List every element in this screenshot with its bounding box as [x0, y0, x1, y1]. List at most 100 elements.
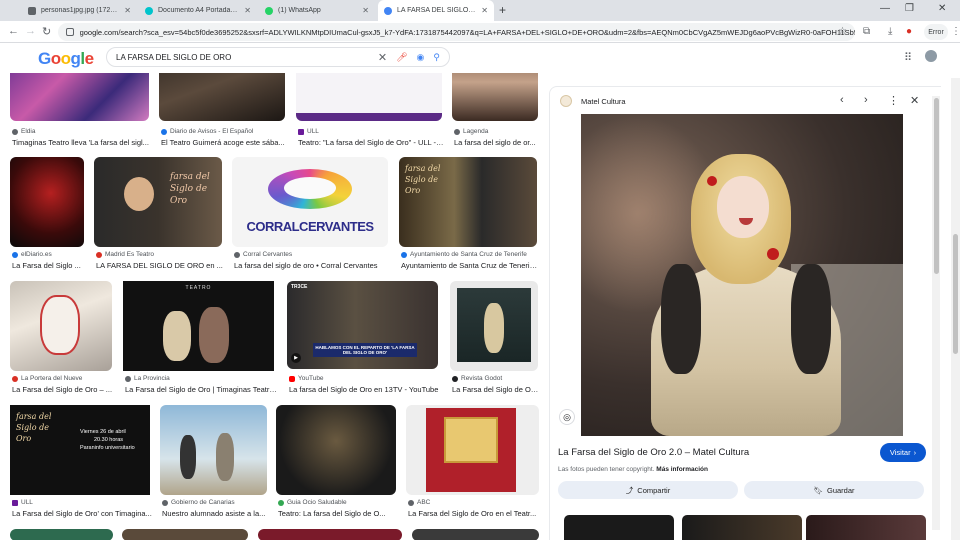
search-box[interactable]: LA FARSA DEL SIGLO DE ORO ✕ 🎤︎ ◉ ⚲: [106, 47, 450, 67]
result-card[interactable]: TR3CE HABLAMOS CON EL REPARTO DE 'LA FAR…: [287, 281, 440, 396]
save-button[interactable]: 🔖︎ Guardar: [744, 481, 924, 499]
result-thumbnail[interactable]: [122, 529, 248, 540]
result-title[interactable]: El Teatro Guimerá acoge este sába...: [161, 138, 285, 147]
window-close-icon[interactable]: ✕: [938, 3, 946, 14]
result-card[interactable]: Lagenda La farsa del siglo de or...: [452, 73, 539, 148]
result-title[interactable]: La Farsa del Siglo de Oro – ...: [12, 385, 114, 394]
back-arrow-icon[interactable]: ←: [8, 25, 19, 37]
lens-search-icon[interactable]: ◎: [559, 409, 575, 425]
close-icon[interactable]: ✕: [124, 6, 131, 15]
result-thumbnail[interactable]: [296, 73, 442, 121]
microphone-icon[interactable]: 🎤︎: [396, 52, 407, 63]
result-title[interactable]: La Farsa del Siglo de Oro en el Teatr...: [408, 509, 540, 518]
related-image[interactable]: [564, 515, 674, 540]
close-icon[interactable]: ✕: [362, 6, 369, 15]
browser-menu-icon[interactable]: ⋮: [951, 26, 960, 37]
bookmark-star-icon[interactable]: ☆: [838, 26, 847, 37]
result-thumbnail[interactable]: [406, 405, 539, 495]
result-thumbnail[interactable]: TR3CE HABLAMOS CON EL REPARTO DE 'LA FAR…: [287, 281, 438, 369]
result-thumbnail[interactable]: [450, 281, 538, 371]
avatar[interactable]: [925, 50, 937, 62]
tab-canva-document[interactable]: Documento A4 Portada de Port ✕: [139, 0, 257, 21]
result-thumbnail[interactable]: [412, 529, 539, 540]
result-card[interactable]: La Portera del Nueve La Farsa del Siglo …: [10, 281, 114, 396]
related-image[interactable]: [682, 515, 802, 540]
result-title[interactable]: La Farsa del Siglo de Oro | Timaginas Te…: [125, 385, 278, 394]
result-title[interactable]: La farsa del siglo de or...: [454, 138, 539, 147]
tab-personas-image[interactable]: personas1jpg.jpg (1728×972) ✕: [22, 0, 137, 21]
result-title[interactable]: LA FARSA DEL SIGLO DE ORO en ...: [96, 261, 224, 270]
panel-source-name[interactable]: Matel Cultura: [581, 97, 626, 106]
result-thumbnail[interactable]: [258, 529, 402, 540]
result-thumbnail[interactable]: farsa del Siglo de Oro: [399, 157, 537, 247]
result-card[interactable]: Diario de Avisos - El Español El Teatro …: [159, 73, 287, 148]
forward-arrow-icon[interactable]: →: [25, 25, 36, 37]
result-card[interactable]: ULL Teatro: "La farsa del Siglo de Oro" …: [296, 73, 444, 148]
close-icon[interactable]: ✕: [244, 6, 251, 15]
close-icon[interactable]: ✕: [481, 6, 488, 15]
search-query[interactable]: LA FARSA DEL SIGLO DE ORO: [116, 53, 378, 62]
result-thumbnail[interactable]: CORRALCERVANTES: [232, 157, 388, 247]
download-icon[interactable]: ⤓: [888, 26, 892, 37]
result-card[interactable]: Eldia Timaginas Teatro lleva 'La farsa d…: [10, 73, 150, 148]
result-card[interactable]: farsa del Siglo de Oro Ayuntamiento de S…: [399, 157, 539, 272]
result-title[interactable]: La farsa del Siglo de Oro en 13TV - YouT…: [289, 385, 440, 394]
panel-scrollbar-thumb[interactable]: [934, 98, 939, 274]
related-image[interactable]: [806, 515, 926, 540]
lens-icon[interactable]: ◉: [417, 52, 425, 63]
result-title[interactable]: La farsa del siglo de oro • Corral Cerva…: [234, 261, 390, 270]
result-title[interactable]: Teatro: "La farsa del Siglo de Oro" - UL…: [298, 138, 444, 147]
profile-extension-icon[interactable]: ●: [906, 26, 912, 37]
previous-arrow-icon[interactable]: ‹: [840, 94, 844, 106]
close-icon[interactable]: ✕: [910, 94, 919, 107]
result-title[interactable]: Ayuntamiento de Santa Cruz de Tenerife..…: [401, 261, 539, 270]
more-info-link[interactable]: Más información: [656, 466, 708, 473]
next-arrow-icon[interactable]: ›: [864, 94, 868, 106]
minimize-icon[interactable]: —: [880, 3, 890, 14]
result-card[interactable]: Guia Ocio Saludable Teatro: La farsa del…: [276, 405, 398, 520]
extensions-icon[interactable]: ⧉: [863, 26, 870, 37]
new-tab-button[interactable]: +: [499, 3, 506, 17]
result-thumbnail[interactable]: [10, 529, 113, 540]
result-card[interactable]: ABC La Farsa del Siglo de Oro en el Teat…: [406, 405, 540, 520]
result-thumbnail[interactable]: [159, 73, 285, 121]
result-thumbnail[interactable]: TEATRO: [123, 281, 274, 371]
result-card[interactable]: elDiario.es La Farsa del Siglo ...: [10, 157, 90, 272]
panel-title[interactable]: La Farsa del Siglo de Oro 2.0 – Matel Cu…: [558, 447, 749, 458]
result-card[interactable]: Gobierno de Canarias Nuestro alumnado as…: [160, 405, 268, 520]
result-thumbnail[interactable]: [276, 405, 396, 495]
result-card[interactable]: farsa del Siglo de Oro Madrid Es Teatro …: [94, 157, 224, 272]
result-card[interactable]: CORRALCERVANTES Corral Cervantes La fars…: [232, 157, 390, 272]
result-thumbnail[interactable]: [10, 281, 112, 371]
result-thumbnail[interactable]: farsa del Siglo de Oro Viernes 26 de abr…: [10, 405, 150, 495]
result-thumbnail[interactable]: [452, 73, 538, 121]
site-info-icon[interactable]: [66, 28, 74, 36]
google-logo[interactable]: Google: [38, 49, 94, 69]
page-scrollbar-thumb[interactable]: [953, 234, 958, 354]
result-card[interactable]: TEATRO La Provincia La Farsa del Siglo d…: [123, 281, 278, 396]
result-thumbnail[interactable]: [160, 405, 267, 495]
tab-google-search[interactable]: LA FARSA DEL SIGLO DE ORO ✕: [378, 0, 494, 21]
tab-whatsapp[interactable]: (1) WhatsApp ✕: [259, 0, 375, 21]
reload-icon[interactable]: ↻: [42, 25, 51, 38]
clear-icon[interactable]: ✕: [378, 51, 387, 64]
result-card[interactable]: farsa del Siglo de Oro Viernes 26 de abr…: [10, 405, 152, 520]
result-title[interactable]: La Farsa del Siglo de Or...: [452, 385, 539, 394]
result-thumbnail[interactable]: [10, 157, 84, 247]
result-title[interactable]: Timaginas Teatro lleva 'La farsa del sig…: [12, 138, 150, 147]
visit-button[interactable]: Visitar ›: [880, 443, 926, 462]
result-title[interactable]: La Farsa del Siglo de Oro' con Timagina.…: [12, 509, 152, 518]
search-icon[interactable]: ⚲: [433, 52, 440, 63]
result-title[interactable]: La Farsa del Siglo ...: [12, 261, 90, 270]
result-title[interactable]: Teatro: La farsa del Siglo de O...: [278, 509, 398, 518]
restore-icon[interactable]: ❐: [905, 3, 914, 14]
apps-grid-icon[interactable]: ⠿: [904, 51, 912, 64]
share-button[interactable]: ⤴ Compartir: [558, 481, 738, 499]
more-options-icon[interactable]: ⋮: [888, 94, 899, 107]
address-bar[interactable]: google.com/search?sca_esv=54bc5f0de36952…: [58, 23, 855, 41]
result-thumbnail[interactable]: farsa del Siglo de Oro: [94, 157, 222, 247]
result-card[interactable]: Revista Godot La Farsa del Siglo de Or..…: [450, 281, 539, 396]
error-profile-button[interactable]: Error: [924, 24, 948, 40]
result-title[interactable]: Nuestro alumnado asiste a la...: [162, 509, 268, 518]
result-thumbnail[interactable]: [10, 73, 149, 121]
